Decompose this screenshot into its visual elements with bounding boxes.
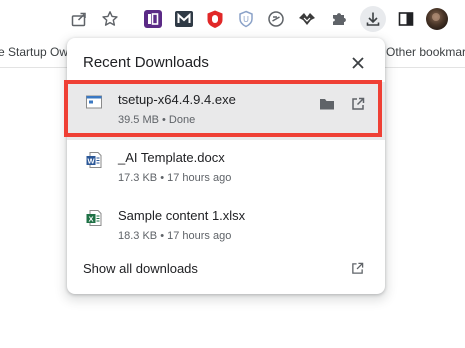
svg-text:W: W (87, 156, 95, 165)
star-icon[interactable] (97, 6, 123, 32)
download-icon[interactable] (360, 6, 386, 32)
extension-m-icon[interactable] (171, 6, 197, 32)
download-file-meta: 17.3 KB • 17 hours ago (118, 172, 232, 184)
exe-file-icon (85, 93, 103, 111)
download-item[interactable]: tsetup-x64.4.9.4.exe 39.5 MB • Done (67, 82, 385, 140)
open-external-icon[interactable] (349, 95, 367, 113)
download-item[interactable]: W _AI Template.docx 17.3 KB • 17 hours a… (67, 140, 385, 198)
download-file-name[interactable]: _AI Template.docx (118, 150, 225, 165)
open-external-icon[interactable] (349, 260, 365, 276)
downloads-title: Recent Downloads (83, 54, 209, 71)
bookmark-other-bookmarks[interactable]: Other bookmar (386, 45, 465, 59)
browser-toolbar: U (0, 0, 465, 37)
download-file-name[interactable]: Sample content 1.xlsx (118, 208, 245, 223)
downloads-bubble: Recent Downloads tsetup-x64.4.9.4.exe 39… (67, 38, 385, 294)
word-file-icon: W (85, 151, 103, 169)
download-item[interactable]: X Sample content 1.xlsx 18.3 KB • 17 hou… (67, 198, 385, 256)
download-file-meta: 18.3 KB • 17 hours ago (118, 230, 232, 242)
svg-text:U: U (243, 15, 249, 24)
excel-file-icon: X (85, 209, 103, 227)
show-all-downloads-link[interactable]: Show all downloads (83, 261, 198, 276)
share-icon[interactable] (66, 6, 92, 32)
profile-avatar[interactable] (424, 6, 450, 32)
side-panel-icon[interactable] (393, 6, 419, 32)
extension-circle-icon[interactable] (263, 6, 289, 32)
extension-purple-icon[interactable] (140, 6, 166, 32)
download-file-meta: 39.5 MB • Done (118, 114, 196, 126)
bookmark-startup[interactable]: e Startup Ow (0, 45, 68, 59)
extension-shield-icon[interactable]: U (233, 6, 259, 32)
folder-icon[interactable] (318, 95, 336, 113)
extension-red-icon[interactable] (202, 6, 228, 32)
download-file-name[interactable]: tsetup-x64.4.9.4.exe (118, 92, 236, 107)
svg-text:X: X (88, 214, 93, 223)
puzzle-icon[interactable] (326, 6, 352, 32)
close-icon[interactable] (349, 54, 367, 72)
extension-bird-icon[interactable] (294, 6, 320, 32)
